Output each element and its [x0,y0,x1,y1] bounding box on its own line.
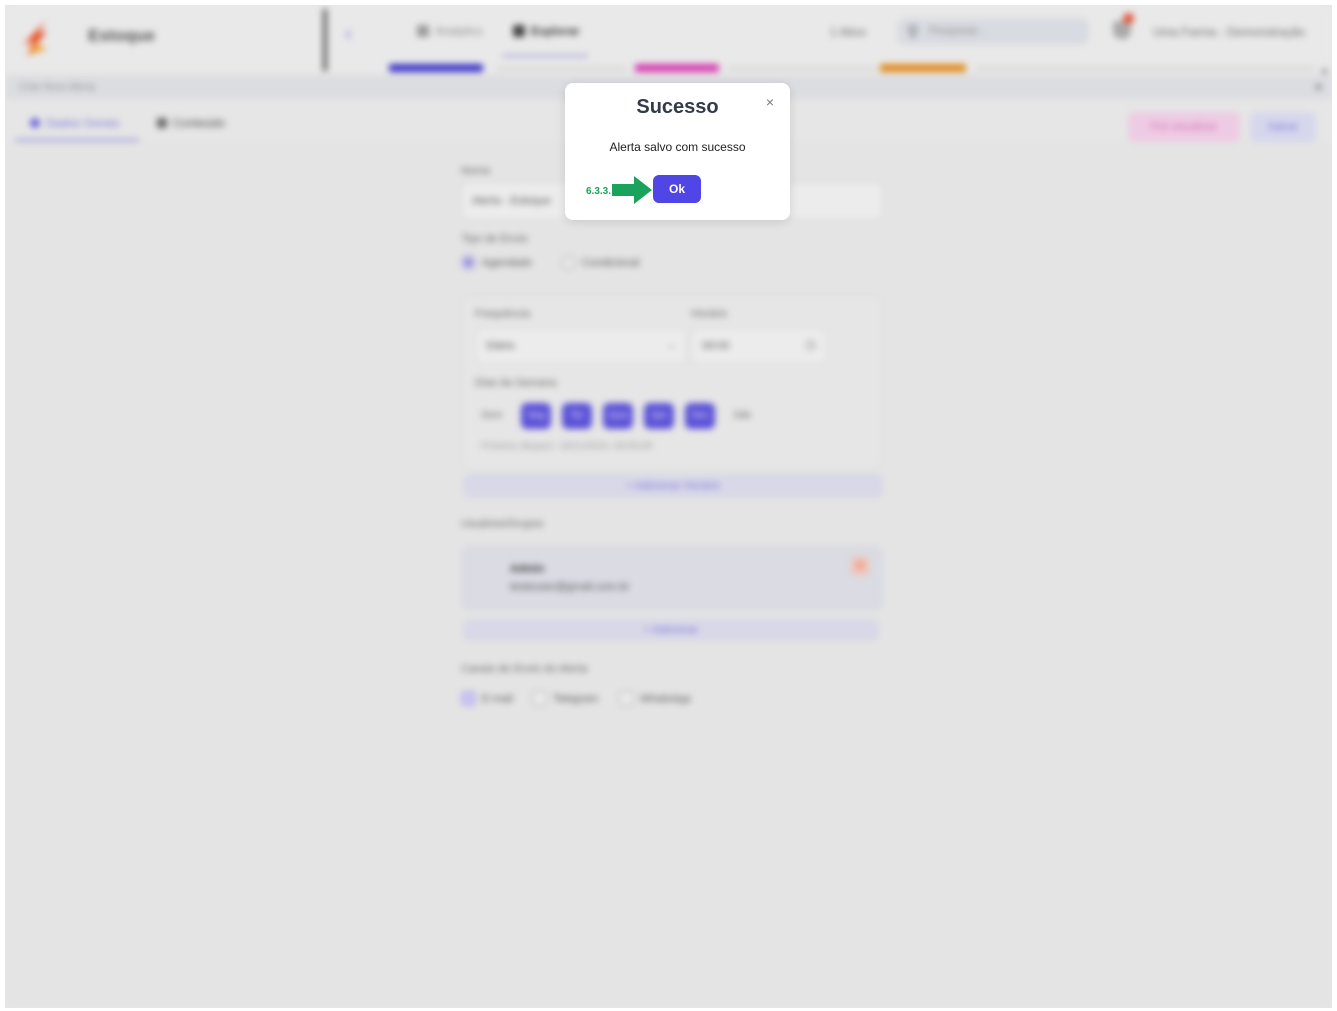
radio-agendado[interactable]: Agendado [461,255,532,270]
users-label: Usuários/Grupos [461,518,544,530]
time-label: Horário [691,308,728,320]
close-icon[interactable]: × [763,95,777,109]
frequency-select[interactable]: Diário ⌄ [475,328,687,364]
checkbox-telegram[interactable]: Telegram [532,691,598,706]
weekdays-label: Dias da Semana [475,377,557,389]
tab-explorar[interactable]: Explorar [513,24,580,38]
next-send-text: Próximo disparo: 19/11/2024, 09:00:00 [481,441,653,452]
logo-icon [23,21,47,57]
radio-condicional[interactable]: Condicional [561,255,639,270]
color-bar-grey [497,67,627,70]
weekday-sab[interactable]: Sáb [727,403,757,429]
chevron-left-icon[interactable]: ‹ [345,23,352,46]
scroll-arrow-icon[interactable]: ▲ [1320,65,1329,75]
user-name: Admin [510,563,545,575]
close-icon[interactable]: × [1315,80,1322,94]
search-icon: ⚲ [907,24,919,41]
delete-icon[interactable]: ✕ [851,557,869,575]
step-label: 6.3.3. [586,186,612,197]
weekday-sex[interactable]: Sex [685,403,715,429]
table-icon [513,25,525,37]
color-bar-grey [975,67,1315,70]
weekday-dom[interactable]: Dom [477,403,507,429]
tab-analytics[interactable]: Analytics [417,24,483,38]
tab-dados-gerais[interactable]: Dados Gerais [30,116,119,130]
weekday-seg[interactable]: Seg [521,403,551,429]
preview-button[interactable]: Pré-visualizar [1128,112,1240,142]
user-card [461,545,883,611]
time-input[interactable]: 09:00 ◷ [691,328,827,364]
color-bar-pink [635,64,719,72]
channels-label: Canais de Envio do Alerta [461,663,588,675]
dialog-title: Criar Novo Alerta [19,82,96,93]
plan-status: 1 Ativo [830,25,867,39]
add-time-button[interactable]: + Adicionar Horário [463,474,883,498]
ok-button[interactable]: Ok [653,175,701,203]
weekday-qua[interactable]: Qua [603,403,633,429]
content-icon [157,118,167,128]
color-bar-grey [727,67,877,70]
user-email: testeuser@gmail.com.br [510,581,630,593]
weekday-ter[interactable]: Ter [562,403,592,429]
chevron-down-icon: ⌄ [666,339,676,351]
weekday-qui[interactable]: Qui [644,403,674,429]
active-tab-indicator [15,139,139,141]
name-label: Nome [461,165,491,177]
user-menu[interactable]: Uma Farma - Demonstração [1153,25,1305,39]
color-bar-blue [389,64,483,72]
notification-badge [1123,13,1134,24]
grid-icon [417,25,429,37]
checkbox-email[interactable]: E-mail [461,691,513,706]
tab-conteudo[interactable]: Conteúdo [157,116,225,130]
clock-icon: ◷ [804,337,816,352]
dialog-message: Alerta salvo com sucesso [609,140,746,154]
divider [323,9,327,71]
checkbox-whatsapp[interactable]: WhatsApp [619,691,691,706]
dialog-title: Sucesso [636,96,719,118]
add-user-button[interactable]: + Adicionar [463,619,879,641]
brand-name: Estoque [88,26,156,45]
send-type-label: Tipo de Envio [461,233,528,245]
top-bar: Estoque ‹ Analytics Explorar 1 Ativo ⚲ P… [5,5,1332,76]
color-bar-orange [880,64,966,72]
success-dialog: Sucesso × Alerta salvo com sucesso Ok [565,83,790,220]
frequency-label: Frequência [475,308,531,320]
active-tab-indicator [502,55,588,57]
screenshot-frame: Estoque ‹ Analytics Explorar 1 Ativo ⚲ P… [5,5,1332,1008]
info-icon [30,118,40,128]
save-button[interactable]: Salvar [1250,112,1316,142]
search-input[interactable]: ⚲ Pesquisar... [897,18,1089,45]
arrow-right-icon [612,176,652,204]
